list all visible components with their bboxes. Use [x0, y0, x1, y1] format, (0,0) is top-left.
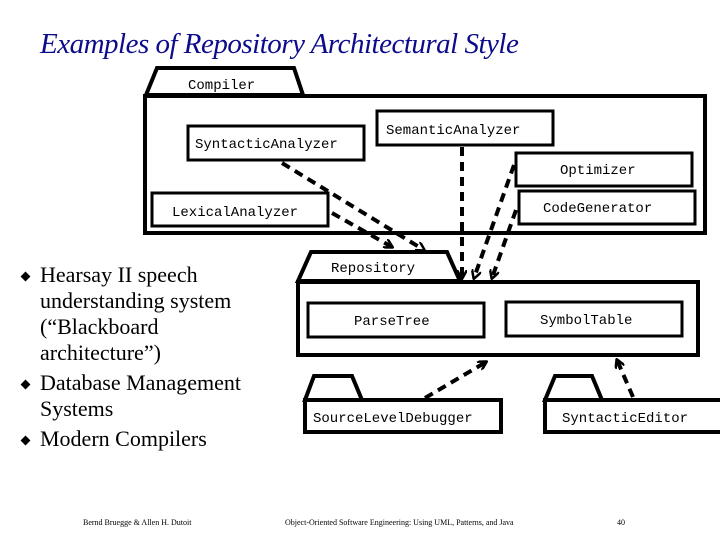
diamond-bullet-icon: [20, 435, 31, 446]
optimizer-label: Optimizer: [560, 163, 636, 179]
symbol-table-label: SymbolTable: [540, 313, 632, 329]
bullet-text: Modern Compilers: [40, 426, 207, 451]
bullet-text: Database Management Systems: [40, 370, 241, 421]
diamond-bullet-icon: [20, 379, 31, 390]
syntactic-analyzer-class: SyntacticAnalyzer: [186, 124, 366, 162]
footer-authors: Bernd Bruegge & Allen H. Dutoit: [83, 518, 192, 527]
compiler-package-label: Compiler: [188, 78, 255, 94]
semantic-analyzer-label: SemanticAnalyzer: [386, 123, 520, 139]
debugger-package-label: SourceLevelDebugger: [313, 411, 473, 427]
symbol-table-class: SymbolTable: [504, 300, 684, 338]
code-generator-label: CodeGenerator: [543, 201, 652, 217]
parse-tree-label: ParseTree: [354, 314, 430, 330]
bullet-item: Hearsay II speech understanding system (…: [20, 262, 282, 366]
dep-debugger-to-repository: [423, 362, 486, 400]
syntactic-editor-package: SyntacticEditor: [542, 374, 720, 434]
bullet-item: Modern Compilers: [20, 426, 282, 452]
footer-book-title: Object-Oriented Software Engineering: Us…: [285, 518, 514, 527]
lexical-analyzer-class: LexicalAnalyzer: [150, 191, 330, 228]
footer-page-number: 40: [617, 518, 625, 527]
syntactic-analyzer-label: SyntacticAnalyzer: [195, 137, 338, 153]
source-level-debugger-package: SourceLevelDebugger: [302, 374, 503, 434]
parse-tree-class: ParseTree: [306, 301, 486, 339]
repository-package-label: Repository: [331, 261, 415, 277]
editor-package-label: SyntacticEditor: [562, 411, 688, 427]
code-generator-class: CodeGenerator: [517, 189, 697, 226]
bullet-text: Hearsay II speech understanding system (…: [40, 262, 232, 365]
optimizer-class: Optimizer: [514, 151, 694, 188]
diamond-bullet-icon: [20, 271, 31, 282]
lexical-analyzer-label: LexicalAnalyzer: [172, 205, 298, 221]
bullet-item: Database Management Systems: [20, 370, 282, 422]
dep-editor-to-repository: [617, 360, 635, 398]
debugger-package-tab: [302, 374, 365, 402]
semantic-analyzer-class: SemanticAnalyzer: [375, 109, 555, 147]
editor-package-tab: [542, 374, 605, 402]
bullet-list: Hearsay II speech understanding system (…: [20, 262, 282, 456]
